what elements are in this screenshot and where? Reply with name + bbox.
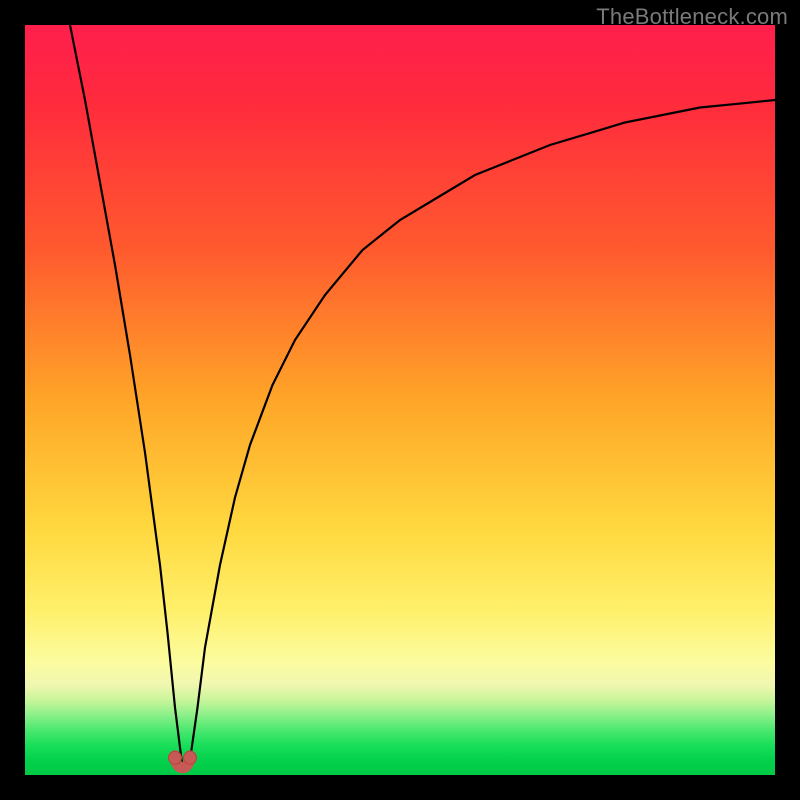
curve-layer xyxy=(25,25,775,775)
watermark-text: TheBottleneck.com xyxy=(596,4,788,30)
optimum-dot xyxy=(184,751,197,764)
chart-frame: TheBottleneck.com xyxy=(0,0,800,800)
optimum-dot xyxy=(169,751,182,764)
bottleneck-curve xyxy=(70,25,775,768)
